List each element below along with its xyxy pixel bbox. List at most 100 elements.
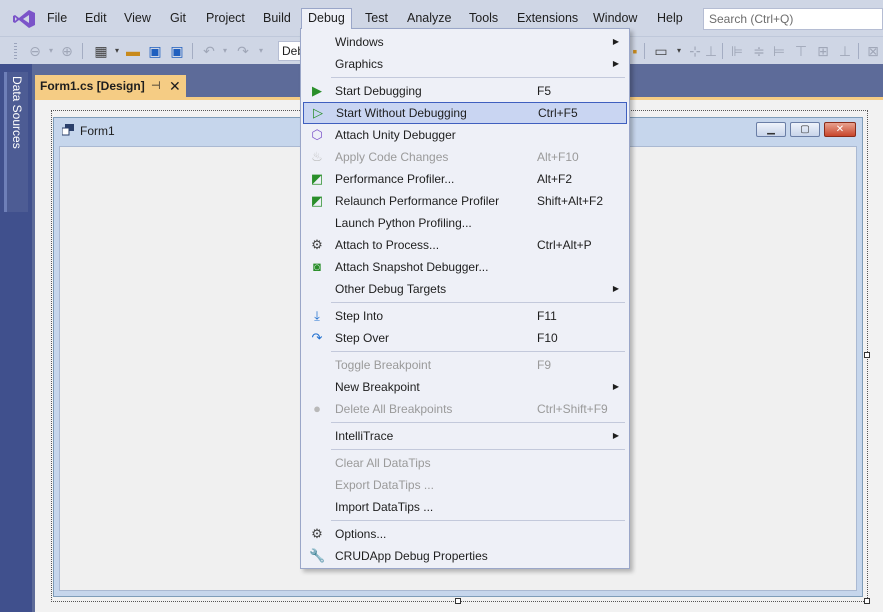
debug-menu-other-debug-targets[interactable]: Other Debug Targets ▶ — [303, 278, 627, 300]
step-into-icon: ⤓ — [314, 308, 320, 323]
pin-icon[interactable]: ⊣ — [151, 75, 161, 97]
toolbar-separator — [644, 43, 645, 59]
menu-git[interactable]: Git — [164, 8, 192, 28]
snap-icon[interactable]: ⊥ — [702, 42, 720, 60]
debug-menu-launch-python-profiling[interactable]: Launch Python Profiling... — [303, 212, 627, 234]
resize-handle-corner[interactable] — [864, 598, 870, 604]
profiler-icon: ◩ — [310, 171, 324, 186]
align-rights-icon[interactable]: ⊨ — [770, 42, 788, 60]
menu-edit[interactable]: Edit — [79, 8, 113, 28]
menu-debug[interactable]: Debug — [301, 8, 352, 29]
save-all-icon[interactable]: ▣ — [168, 42, 186, 60]
toolbar-grip[interactable] — [14, 43, 17, 59]
submenu-arrow-icon: ▶ — [612, 284, 619, 293]
menu-separator — [331, 302, 625, 303]
save-icon[interactable]: ▣ — [146, 42, 164, 60]
maximize-button[interactable]: ▢ — [790, 122, 820, 137]
debug-menu-import-datatips[interactable]: Import DataTips ... — [303, 496, 627, 518]
menu-test[interactable]: Test — [359, 8, 394, 28]
debug-menu-step-over[interactable]: ↷ Step Over F10 — [303, 327, 627, 349]
gears-icon: ⚙ — [311, 237, 323, 252]
debug-menu-step-into[interactable]: ⤓ Step Into F11 — [303, 305, 627, 327]
submenu-arrow-icon: ▶ — [612, 431, 619, 440]
layout-icon[interactable]: ▭ — [652, 42, 670, 60]
toolbar-separator — [722, 43, 723, 59]
side-panel: Data Sources — [0, 64, 32, 612]
play-outline-icon: ▷ — [313, 105, 323, 120]
debug-menu-start-without-debugging[interactable]: ▷ Start Without Debugging Ctrl+F5 — [303, 102, 627, 124]
menu-separator — [331, 77, 625, 78]
undo-dropdown-icon[interactable]: ▾ — [216, 42, 234, 60]
menu-window[interactable]: Window — [587, 8, 643, 28]
align-bottoms-icon[interactable]: ⊥ — [836, 42, 854, 60]
search-input[interactable]: Search (Ctrl+Q) — [703, 8, 883, 30]
open-folder-icon[interactable]: ▬ — [124, 42, 142, 60]
menu-project[interactable]: Project — [200, 8, 251, 28]
debug-menu-dropdown: Windows ▶ Graphics ▶ ▶ Start Debugging F… — [300, 28, 630, 569]
debug-menu-clear-all-datatips[interactable]: Clear All DataTips — [303, 452, 627, 474]
document-tab-form1-design[interactable]: Form1.cs [Design] ⊣ ✕ — [35, 75, 186, 97]
visual-studio-logo-icon — [13, 10, 35, 28]
play-icon: ▶ — [312, 83, 322, 98]
debug-menu-attach-snapshot-debugger[interactable]: ◙ Attach Snapshot Debugger... — [303, 256, 627, 278]
debug-menu-delete-all-breakpoints[interactable]: ● Delete All Breakpoints Ctrl+Shift+F9 — [303, 398, 627, 420]
gear-icon: ⚙ — [311, 526, 323, 541]
close-icon[interactable]: ✕ — [169, 75, 181, 97]
menu-build[interactable]: Build — [257, 8, 297, 28]
menu-separator — [331, 351, 625, 352]
debug-menu-apply-code-changes[interactable]: ♨ Apply Code Changes Alt+F10 — [303, 146, 627, 168]
debug-menu-graphics[interactable]: Graphics ▶ — [303, 53, 627, 75]
menu-extensions[interactable]: Extensions — [511, 8, 584, 28]
menu-help[interactable]: Help — [651, 8, 689, 28]
resize-handle-right[interactable] — [864, 352, 870, 358]
toolbar-separator — [192, 43, 193, 59]
forward-icon[interactable]: ⊕ — [58, 42, 76, 60]
debug-menu-attach-to-process[interactable]: ⚙ Attach to Process... Ctrl+Alt+P — [303, 234, 627, 256]
debug-menu-performance-profiler[interactable]: ◩ Performance Profiler... Alt+F2 — [303, 168, 627, 190]
close-button[interactable]: ✕ — [824, 122, 856, 137]
make-same-size-icon[interactable]: ⊠ — [864, 42, 882, 60]
camera-icon: ◙ — [313, 259, 321, 274]
window-buttons: ▁ ▢ ✕ — [756, 122, 856, 138]
debug-menu-new-breakpoint[interactable]: New Breakpoint ▶ — [303, 376, 627, 398]
debug-menu-relaunch-performance-profiler[interactable]: ◩ Relaunch Performance Profiler Shift+Al… — [303, 190, 627, 212]
debug-menu-export-datatips[interactable]: Export DataTips ... — [303, 474, 627, 496]
form-title: Form1 — [80, 124, 115, 138]
menu-view[interactable]: View — [118, 8, 157, 28]
menu-file[interactable]: File — [41, 8, 73, 28]
debug-menu-crudapp-debug-properties[interactable]: 🔧 CRUDApp Debug Properties — [303, 545, 627, 567]
debug-menu-start-debugging[interactable]: ▶ Start Debugging F5 — [303, 80, 627, 102]
menu-separator — [331, 449, 625, 450]
solution-configuration-select[interactable]: Deb — [278, 41, 302, 61]
submenu-arrow-icon: ▶ — [612, 382, 619, 391]
debug-menu-toggle-breakpoint[interactable]: Toggle Breakpoint F9 — [303, 354, 627, 376]
debug-menu-intellitrace[interactable]: IntelliTrace ▶ — [303, 425, 627, 447]
minimize-button[interactable]: ▁ — [756, 122, 786, 137]
profiler-relaunch-icon: ◩ — [310, 193, 324, 208]
wrench-icon: 🔧 — [309, 548, 326, 563]
menu-separator — [331, 520, 625, 521]
data-sources-label[interactable]: Data Sources — [10, 76, 24, 149]
debug-menu-attach-unity-debugger[interactable]: ⬡ Attach Unity Debugger — [303, 124, 627, 146]
delete-breakpoints-icon: ● — [313, 401, 321, 416]
align-centers-icon[interactable]: ≑ — [750, 42, 768, 60]
debug-menu-windows[interactable]: Windows ▶ — [303, 31, 627, 53]
toolbar-separator — [858, 43, 859, 59]
unity-cube-icon: ⬡ — [311, 127, 323, 142]
flame-icon: ♨ — [311, 149, 323, 164]
submenu-arrow-icon: ▶ — [612, 59, 619, 68]
menu-separator — [331, 422, 625, 423]
redo-dropdown-icon[interactable]: ▾ — [252, 42, 270, 60]
document-tab-title: Form1.cs [Design] — [40, 79, 145, 93]
menu-analyze[interactable]: Analyze — [401, 8, 457, 28]
submenu-arrow-icon: ▶ — [612, 37, 619, 46]
debug-menu-options[interactable]: ⚙ Options... — [303, 523, 627, 545]
align-tops-icon[interactable]: ⊤ — [792, 42, 810, 60]
toolbar-separator — [82, 43, 83, 59]
menu-tools[interactable]: Tools — [463, 8, 504, 28]
redo-icon[interactable]: ↷ — [234, 42, 252, 60]
align-middles-icon[interactable]: ⊞ — [814, 42, 832, 60]
align-lefts-icon[interactable]: ⊫ — [728, 42, 746, 60]
resize-handle-bottom[interactable] — [455, 598, 461, 604]
step-over-icon: ↷ — [311, 330, 323, 345]
